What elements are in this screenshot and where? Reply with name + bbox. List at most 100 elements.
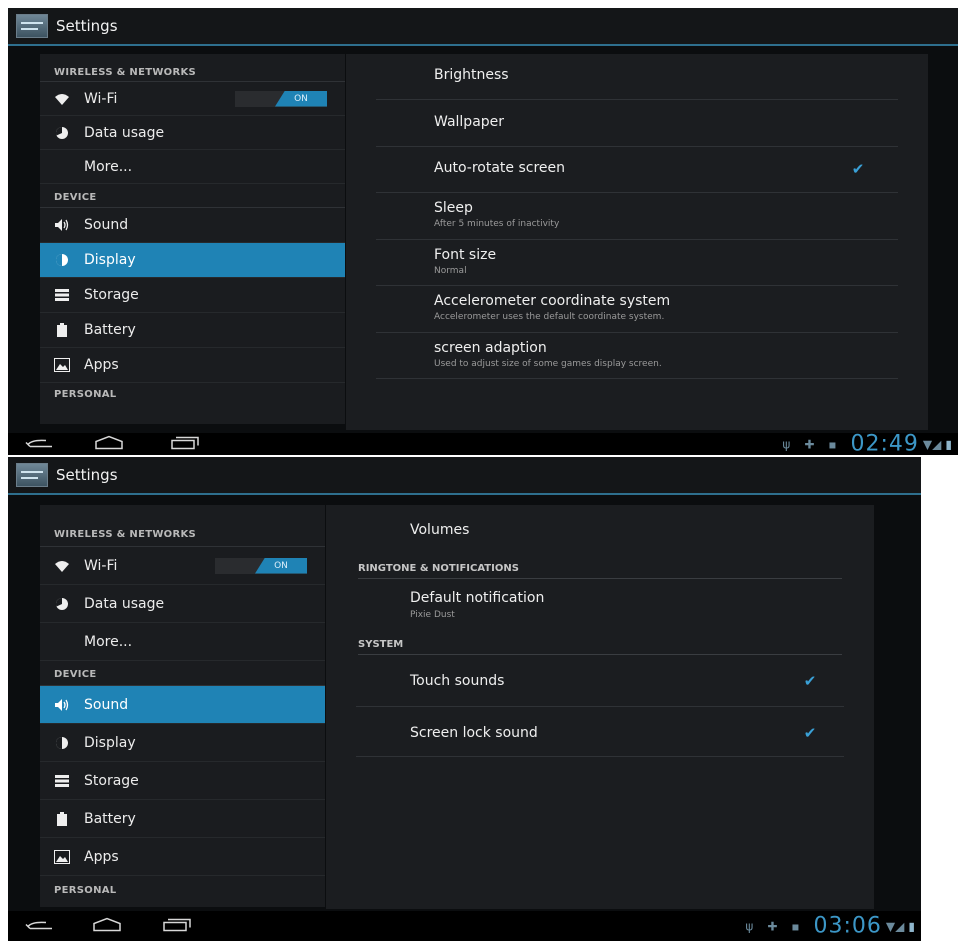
settings-app-icon[interactable] [16,14,48,38]
home-icon[interactable] [92,917,122,936]
storage-icon [54,287,70,303]
display-icon [54,735,70,751]
wifi-toggle[interactable]: ON [235,90,327,107]
screen-lock-sound-checkbox[interactable]: ✔ [802,726,818,741]
wifi-icon [54,558,70,574]
debug-icon: ✚ [804,437,815,451]
pref-wallpaper[interactable]: Wallpaper [376,100,898,147]
settings-sidebar: WIRELESS & NETWORKS Wi-Fi ON Data usage … [40,505,325,907]
sidebar-item-label: Battery [84,322,136,338]
sidebar-item-display[interactable]: Display [40,724,325,762]
status-area: ψ ✚ ▪ 03:06 ▼◢ ▮ [745,914,915,939]
sidebar-item-label: Data usage [84,124,165,141]
pref-brightness[interactable]: Brightness [376,54,898,100]
sidebar-item-label: More... [84,633,133,650]
sidebar-item-display[interactable]: Display [40,243,345,278]
sidebar-item-label: Apps [84,357,119,373]
pref-title: Screen lock sound [410,725,538,741]
section-header-device: DEVICE [40,661,325,686]
pref-title: Font size [434,247,497,263]
pref-summary: After 5 minutes of inactivity [434,219,560,229]
sidebar-item-label: Data usage [84,595,165,612]
battery-status-icon: ▮ [945,437,952,451]
battery-status-icon: ▮ [908,919,915,933]
battery-icon [54,811,70,827]
sidebar-item-data-usage[interactable]: Data usage [40,116,345,150]
pref-title: Accelerometer coordinate system [434,293,671,309]
section-header-personal: PERSONAL [54,389,117,400]
settings-app-icon[interactable] [16,463,48,487]
status-area: ψ ✚ ▪ 02:49 ▼◢ ▮ [782,432,952,456]
sidebar-item-battery[interactable]: Battery [40,800,325,838]
recent-apps-icon[interactable] [170,435,200,454]
pref-screen-lock-sound[interactable]: Screen lock sound ✔ [356,707,844,757]
sidebar-item-battery[interactable]: Battery [40,313,345,348]
section-header-wireless: WIRELESS & NETWORKS [40,54,345,82]
usb-icon: ψ [745,919,754,933]
touch-sounds-checkbox[interactable]: ✔ [802,674,818,689]
pref-volumes[interactable]: Volumes [356,505,844,553]
section-header-device: DEVICE [40,184,345,208]
settings-screen-sound: Settings WIRELESS & NETWORKS Wi-Fi ON Da… [8,457,921,941]
sidebar-item-label: Sound [84,696,129,713]
action-bar: Settings [8,8,958,46]
pref-accelerometer[interactable]: Accelerometer coordinate system Accelero… [376,286,898,333]
sidebar-item-label: Wi-Fi [84,90,118,107]
sidebar-item-sound[interactable]: Sound [40,208,345,243]
sound-settings-panel: Volumes RINGTONE & NOTIFICATIONS Default… [326,505,874,909]
sidebar-item-storage[interactable]: Storage [40,278,345,313]
speaker-icon [54,697,70,713]
sidebar-item-label: Display [84,252,136,268]
pref-title: Auto-rotate screen [434,160,565,176]
sidebar-item-storage[interactable]: Storage [40,762,325,800]
pref-font-size[interactable]: Font size Normal [376,240,898,286]
data-usage-icon [54,125,70,141]
section-header-personal: PERSONAL [54,885,117,896]
status-clock: 02:49 [850,431,919,456]
sidebar-item-label: Storage [84,772,139,789]
home-icon[interactable] [94,435,124,454]
pref-default-notification[interactable]: Default notification Pixie Dust [356,581,844,627]
pref-title: Volumes [410,522,470,538]
back-icon[interactable] [24,435,54,454]
battery-icon [54,322,70,338]
sidebar-item-more[interactable]: More... [40,623,325,661]
storage-icon [54,773,70,789]
pref-title: Sleep [434,200,473,216]
auto-rotate-checkbox[interactable]: ✔ [850,162,866,177]
apps-icon [54,849,70,865]
sidebar-item-label: Display [84,734,136,751]
sidebar-item-label: More... [84,158,133,175]
sidebar-item-apps[interactable]: Apps [40,838,325,876]
display-settings-panel: Brightness Wallpaper Auto-rotate screen … [346,54,928,430]
pref-screen-adaption[interactable]: screen adaption Used to adjust size of s… [376,333,898,379]
category-ringtone-notifications: RINGTONE & NOTIFICATIONS [358,555,842,579]
sidebar-item-label: Storage [84,287,139,303]
sidebar-item-more[interactable]: More... [40,150,345,184]
pref-touch-sounds[interactable]: Touch sounds ✔ [356,655,844,707]
sidebar-item-wifi[interactable]: Wi-Fi ON [40,547,325,585]
wifi-toggle-on-label: ON [275,90,327,107]
system-nav-bar: ψ ✚ ▪ 02:49 ▼◢ ▮ [8,432,958,456]
pref-auto-rotate[interactable]: Auto-rotate screen ✔ [376,147,898,193]
settings-screen-display: Settings WIRELESS & NETWORKS Wi-Fi ON Da… [8,8,958,455]
debug-icon: ✚ [767,919,778,933]
sidebar-item-wifi[interactable]: Wi-Fi ON [40,82,345,116]
pref-title: Touch sounds [410,673,505,689]
pref-summary: Accelerometer uses the default coordinat… [434,312,665,322]
sidebar-item-apps[interactable]: Apps [40,348,345,383]
back-icon[interactable] [24,917,54,936]
recent-apps-icon[interactable] [162,917,192,936]
sd-card-icon: ▪ [791,919,800,933]
display-icon [54,252,70,268]
wifi-signal-icon: ▼◢ [885,919,905,933]
sidebar-item-sound[interactable]: Sound [40,686,325,724]
pref-title: screen adaption [434,340,547,356]
app-title: Settings [56,466,118,484]
pref-title: Wallpaper [434,114,505,130]
pref-sleep[interactable]: Sleep After 5 minutes of inactivity [376,193,898,240]
data-usage-icon [54,596,70,612]
wifi-toggle[interactable]: ON [215,557,307,574]
sidebar-item-data-usage[interactable]: Data usage [40,585,325,623]
settings-sidebar: WIRELESS & NETWORKS Wi-Fi ON Data usage … [40,54,345,424]
